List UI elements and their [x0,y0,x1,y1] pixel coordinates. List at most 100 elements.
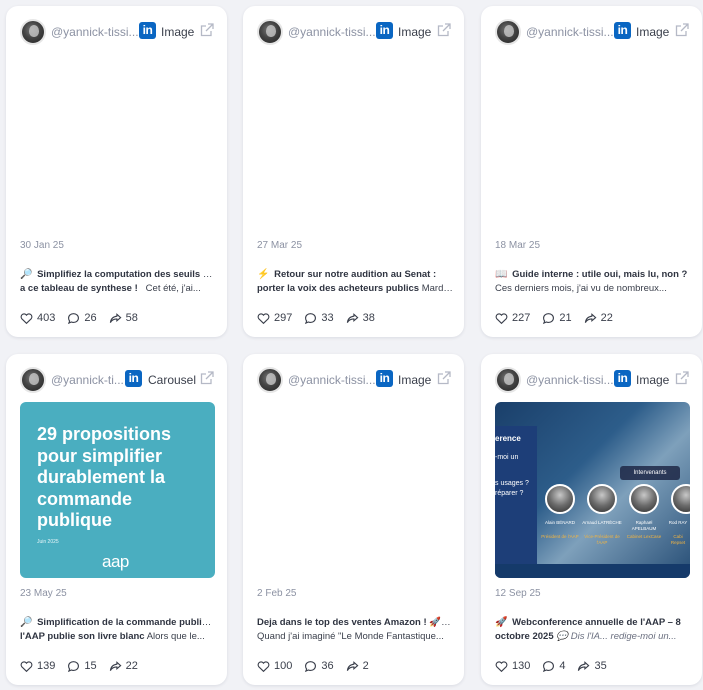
excerpt-line: Webconference annuelle de l'AAP – 8 [512,617,681,628]
post-excerpt[interactable]: Deja dans le top des ventes Amazon ! 🚀 📖… [257,616,453,644]
shares-count: 35 [594,660,607,672]
excerpt-line: a ce tableau de synthese ! [20,283,138,294]
speaker-photo [545,484,575,514]
post-date: 30 Jan 25 [20,240,64,251]
excerpt-line: Simplification de la commande publique : [37,617,216,628]
author-handle: @yannick-tissi... [526,373,614,387]
aap-logo: aap [102,552,129,571]
heart-icon [257,312,270,324]
speaker-photo [629,484,659,514]
post-card[interactable]: @yannick-tissi... in Image 18 Mar 25 📖 G… [481,6,702,337]
excerpt-line: Deja dans le top des ventes Amazon ! 🚀 📖 [257,617,453,628]
comments-count: 36 [321,660,334,672]
carousel-cover-image[interactable]: 29 propositions pour simplifier durablem… [20,402,215,578]
cover-headline: 29 propositions pour simplifier durablem… [37,424,172,530]
speaker-name: Raphaël APELBAUM [631,520,657,531]
comments-count: 26 [84,312,97,324]
speaker-role: Cabinet LexCase [626,534,662,539]
card-header: @yannick-tissi... in Image [243,367,464,397]
post-excerpt[interactable]: 🔎 Simplification de la commande publique… [20,616,216,644]
likes-count: 100 [274,660,293,672]
emoji: 🔎 [20,617,33,628]
external-link-icon[interactable] [436,370,452,386]
post-type-label: Image [636,373,670,387]
external-link-icon[interactable] [436,22,452,38]
cover-panel [495,426,537,576]
post-type-label: Image [161,25,195,39]
cover-line: réparer ? [495,490,524,497]
cover-line: s usages ? [495,480,529,487]
likes-count: 297 [274,312,293,324]
post-card[interactable]: @yannick-tissi... in Image erence -moi u… [481,354,702,685]
likes-count: 139 [37,660,56,672]
speaker-photo [587,484,617,514]
speaker-role: Vice-Président de l'AAP [584,534,620,545]
shares-count: 2 [362,660,369,672]
cover-date: Juin 2025 [37,539,59,545]
speaker-photo [671,484,690,514]
share-icon [109,660,122,671]
post-date: 23 May 25 [20,588,67,599]
post-card[interactable]: @yannick-tissi... in Image 27 Mar 25 ⚡ R… [243,6,464,337]
post-date: 27 Mar 25 [257,240,303,251]
excerpt-line: Mardi... [421,283,453,294]
post-card[interactable]: @yannick-tissi... in Image 2 Feb 25 Deja… [243,354,464,685]
share-icon [109,312,122,323]
share-icon [346,312,359,323]
post-excerpt[interactable]: 🚀 Webconference annuelle de l'AAP – 8 oc… [495,616,691,644]
external-link-icon[interactable] [199,370,215,386]
emoji: ⚡ [257,269,270,280]
comment-icon [543,312,555,324]
comments-count: 15 [84,660,97,672]
card-header: @yannick-tissi... in Image [243,19,464,49]
shares-count: 58 [125,312,138,324]
excerpt-line: octobre 2025 [495,631,554,642]
likes-count: 403 [37,312,56,324]
speakers-badge: Intervenants [620,466,680,480]
excerpt-line: Retour sur notre audition au Senat : [274,269,437,280]
author-handle: @yannick-tissi... [288,25,376,39]
external-link-icon[interactable] [674,22,690,38]
post-type-label: Carousel [148,373,197,387]
emoji: 🔎 [20,269,33,280]
share-icon [584,312,597,323]
post-card[interactable]: @yannick-tissi... in Image 30 Jan 25 🔎 S… [6,6,227,337]
heart-icon [495,660,508,672]
avatar [257,367,283,393]
comment-icon [68,660,80,672]
post-type-label: Image [398,373,432,387]
shares-count: 38 [362,312,375,324]
linkedin-icon: in [139,22,156,39]
post-stats: 130 4 35 [495,659,619,673]
emoji: 🚀 [495,617,508,628]
card-header: @yannick-ti... in Carousel [6,367,227,397]
post-card[interactable]: @yannick-ti... in Carousel 29 propositio… [6,354,227,685]
external-link-icon[interactable] [199,22,215,38]
excerpt-line: Simplifiez la computation des seuils grâ… [37,269,216,280]
excerpt-line: Ces derniers mois, j'ai vu de nombreux..… [495,283,667,294]
external-link-icon[interactable] [674,370,690,386]
post-cover-image[interactable]: erence -moi un s usages ? réparer ? Inte… [495,402,690,578]
post-date: 18 Mar 25 [495,240,541,251]
card-header: @yannick-tissi... in Image [6,19,227,49]
post-stats: 139 15 22 [20,659,150,673]
post-excerpt[interactable]: ⚡ Retour sur notre audition au Senat : p… [257,268,453,296]
heart-icon [257,660,270,672]
cover-bottom-bar [495,564,690,578]
post-excerpt[interactable]: 📖 Guide interne : utile oui, mais lu, no… [495,268,691,296]
heart-icon [20,312,33,324]
shares-count: 22 [125,660,138,672]
post-date: 2 Feb 25 [257,588,297,599]
speaker-name: Rod RAY [668,520,688,525]
likes-count: 227 [512,312,531,324]
comment-icon [543,660,555,672]
emoji: 📖 [495,269,508,280]
share-icon [346,660,359,671]
card-header: @yannick-tissi... in Image [481,367,702,397]
speaker-name: Arnaud LATRÈCHE [582,520,622,525]
card-header: @yannick-tissi... in Image [481,19,702,49]
post-stats: 297 33 38 [257,311,387,325]
share-icon [578,660,590,671]
linkedin-icon: in [376,22,393,39]
post-excerpt[interactable]: 🔎 Simplifiez la computation des seuils g… [20,268,216,296]
